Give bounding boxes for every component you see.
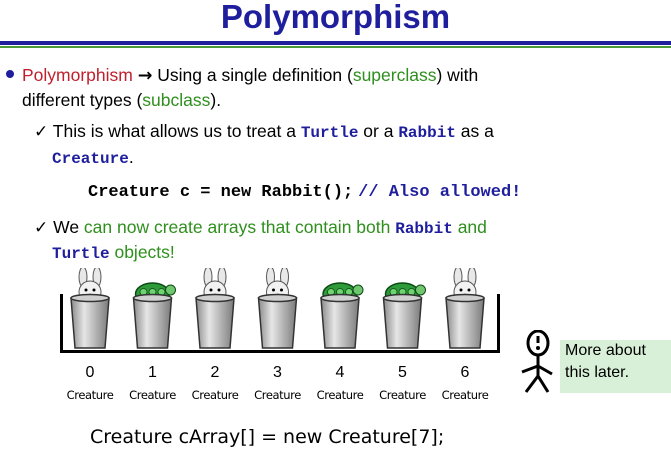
bullet1-text-b: ) with	[436, 65, 479, 85]
bucket-icon	[320, 293, 360, 349]
bullet1-line1: Polymorphism → Using a single definition…	[22, 63, 478, 88]
check1-text-a: This is what allows us to treat a	[52, 121, 301, 141]
code-comment: // Also allowed!	[358, 183, 522, 202]
note-line1: More about	[565, 342, 646, 359]
check1-text-b: or a	[358, 121, 399, 141]
array-type-label-3: Creature	[254, 388, 301, 402]
bucket-icon	[382, 293, 423, 349]
bullet1-line2: different types (subclass).	[22, 88, 221, 112]
check2-text-a: We	[53, 217, 84, 237]
check2-green-c: objects!	[109, 242, 175, 262]
turtle-in-bucket-5	[382, 282, 426, 349]
bucket-icon	[195, 293, 235, 349]
code-statement: Creature c = new Rabbit();	[88, 183, 354, 202]
array-index-2: 2	[210, 364, 220, 381]
array-type-label-6: Creature	[441, 388, 489, 402]
stick-figure-icon	[521, 330, 553, 393]
term-polymorphism: Polymorphism	[22, 65, 133, 85]
code-turtle: Turtle	[300, 124, 359, 142]
arrow-icon: →	[137, 66, 153, 86]
title-underline-green	[0, 46, 671, 48]
check1-line2: Creature.	[52, 145, 134, 171]
rabbit-in-bucket-0	[70, 268, 110, 349]
rabbit-in-bucket-3	[257, 268, 298, 349]
note-line2: this later.	[565, 364, 630, 381]
note-box: More about this later.	[560, 340, 671, 393]
array-index-6: 6	[460, 364, 470, 381]
code-turtle: Turtle	[52, 245, 110, 263]
array-index-0: 0	[85, 364, 95, 381]
bullet1-line2-a: different types (	[22, 90, 143, 110]
checkmark-icon: ✓	[34, 218, 49, 238]
check1-line1: ✓ This is what allows us to treat a Turt…	[34, 119, 494, 145]
slide-title: Polymorphism	[220, 0, 451, 35]
bullet-dot	[6, 70, 14, 78]
turtle-in-bucket-1	[132, 282, 176, 349]
array-type-label-5: Creature	[379, 388, 426, 402]
code-creature: Creature	[52, 150, 129, 168]
check1-text-c: as a	[455, 121, 494, 141]
code-example-2: Creature cArray[] = new Creature[7];	[90, 426, 445, 448]
bucket-icon	[257, 293, 298, 349]
check2-green-b: and	[452, 217, 487, 237]
bullet1-line2-b: ).	[210, 90, 222, 110]
array-index-4: 4	[335, 364, 345, 381]
code-rabbit: Rabbit	[395, 220, 453, 238]
array-type-label-1: Creature	[129, 388, 176, 402]
array-type-label-0: Creature	[66, 388, 114, 402]
check2-line1: ✓ We can now create arrays that contain …	[34, 215, 487, 241]
rabbit-in-bucket-6	[445, 268, 485, 349]
bucket-icon	[445, 293, 485, 349]
check2-green-a: can now create arrays that contain both	[83, 217, 396, 237]
bucket-icon	[70, 293, 110, 349]
code-example-1: Creature c = new Rabbit(); // Also allow…	[88, 178, 521, 205]
check2-line2: Turtle objects!	[52, 240, 175, 266]
bucket-icon	[132, 293, 173, 349]
rabbit-in-bucket-2	[195, 268, 235, 349]
array-buckets	[70, 268, 485, 349]
check1-text-d: .	[128, 147, 134, 167]
array-type-label-4: Creature	[316, 388, 364, 402]
turtle-in-bucket-4	[320, 282, 364, 349]
array-index-5: 5	[398, 364, 407, 381]
array-type-label-2: Creature	[191, 388, 239, 402]
term-superclass: superclass	[352, 65, 437, 85]
bullet1-text-a: Using a single definition (	[152, 65, 353, 85]
checkmark-icon: ✓	[34, 122, 49, 142]
code-rabbit: Rabbit	[398, 124, 456, 142]
term-subclass: subclass	[142, 90, 211, 110]
title-underline-blue	[0, 41, 671, 45]
array-index-1: 1	[148, 364, 157, 381]
array-index-3: 3	[273, 364, 282, 381]
